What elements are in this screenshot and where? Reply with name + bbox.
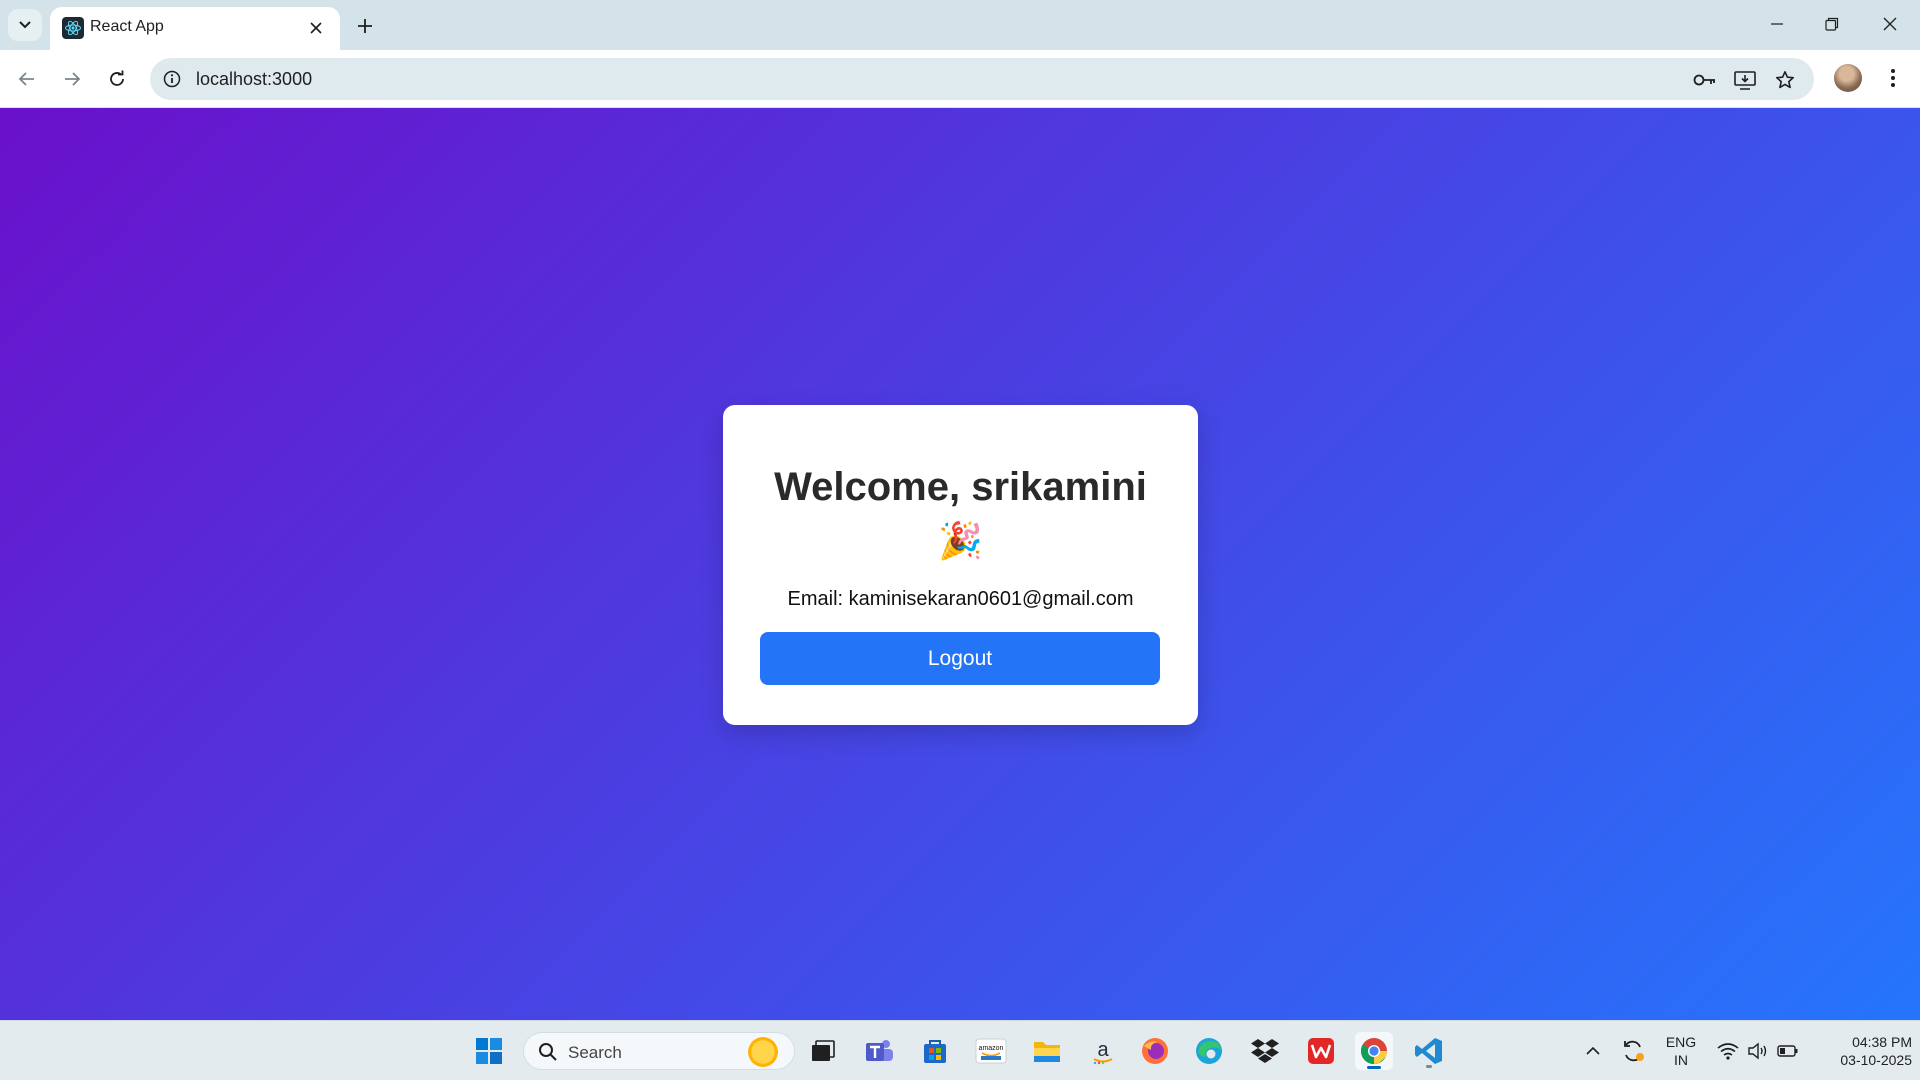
active-app-indicator (1367, 1066, 1381, 1069)
search-icon (539, 1043, 557, 1061)
show-hidden-icons-chevron-up-icon[interactable] (1574, 1032, 1612, 1070)
more-vertical-icon (1891, 69, 1895, 87)
chrome-icon[interactable] (1355, 1032, 1393, 1070)
browser-tab-active[interactable]: React App (50, 7, 340, 50)
taskbar-search-placeholder: Search (568, 1043, 622, 1062)
arrow-left-icon (18, 72, 34, 86)
clock-time: 04:38 PM (1852, 1034, 1912, 1050)
svg-text:amazon: amazon (979, 1045, 1004, 1052)
amazon-icon[interactable]: amazon (972, 1032, 1010, 1070)
welcome-card: Welcome, srikamini 🎉 Email: kaminisekara… (723, 405, 1198, 725)
close-window-button[interactable] (1870, 8, 1910, 40)
url-text[interactable]: localhost:3000 (196, 69, 312, 90)
profile-avatar[interactable] (1834, 64, 1862, 92)
battery-icon (1777, 1045, 1798, 1057)
browser-menu-button[interactable] (1878, 62, 1908, 94)
reload-icon (110, 70, 124, 86)
dropbox-icon[interactable] (1246, 1032, 1284, 1070)
plus-icon (358, 19, 372, 33)
amazon-appstore-icon[interactable]: a (1084, 1032, 1122, 1070)
restore-button[interactable] (1812, 8, 1852, 40)
user-email: Email: kaminisekaran0601@gmail.com (787, 588, 1134, 610)
minimize-icon (1771, 23, 1783, 25)
browser-tab-bar: React App (0, 0, 1920, 50)
system-status-group[interactable] (1710, 1032, 1806, 1070)
svg-text:a: a (1097, 1039, 1109, 1061)
vscode-icon[interactable] (1410, 1032, 1448, 1070)
forward-button[interactable] (55, 62, 89, 96)
start-button[interactable] (470, 1032, 508, 1070)
back-button[interactable] (10, 62, 44, 96)
new-tab-button[interactable] (350, 11, 380, 41)
tab-search-button[interactable] (8, 9, 42, 41)
edge-icon[interactable] (1190, 1032, 1228, 1070)
language-bottom: IN (1674, 1052, 1688, 1068)
page-viewport: Welcome, srikamini 🎉 Email: kaminisekara… (0, 108, 1920, 1020)
running-app-indicator (1426, 1065, 1432, 1068)
taskbar-search[interactable]: Search (523, 1032, 795, 1070)
install-app-icon[interactable] (1732, 67, 1758, 93)
language-indicator[interactable]: ENG IN (1662, 1033, 1700, 1069)
windows-start-icon (476, 1038, 502, 1064)
clock[interactable]: 04:38 PM 03-10-2025 (1812, 1033, 1912, 1069)
address-bar[interactable]: localhost:3000 (150, 58, 1814, 100)
firefox-icon[interactable] (1136, 1032, 1174, 1070)
arrow-right-icon (65, 72, 81, 86)
reload-button[interactable] (100, 62, 134, 96)
react-logo-icon (62, 17, 84, 39)
browser-toolbar: localhost:3000 (0, 50, 1920, 108)
task-view-icon[interactable] (804, 1032, 842, 1070)
wifi-icon (1717, 1043, 1739, 1060)
bookmark-star-icon[interactable] (1772, 67, 1798, 93)
teams-icon[interactable] (860, 1032, 898, 1070)
wps-office-icon[interactable] (1302, 1032, 1340, 1070)
restore-icon (1825, 17, 1839, 31)
minimize-button[interactable] (1757, 8, 1797, 40)
clock-date: 03-10-2025 (1840, 1052, 1912, 1068)
file-explorer-icon[interactable] (1028, 1032, 1066, 1070)
windows-taskbar: Search amazon a ENG IN 04:38 PM 03-10-20… (0, 1020, 1920, 1080)
tab-close-button[interactable] (304, 16, 328, 40)
volume-icon (1748, 1042, 1767, 1060)
party-popper-icon: 🎉 (938, 520, 983, 561)
tab-title: React App (90, 18, 164, 35)
close-icon (310, 22, 322, 34)
logout-button[interactable]: Logout (760, 632, 1160, 685)
weather-sun-icon (748, 1037, 778, 1067)
password-key-icon[interactable] (1692, 67, 1718, 93)
language-top: ENG (1665, 1034, 1697, 1050)
site-info-icon[interactable] (160, 67, 184, 91)
welcome-heading: Welcome, srikamini (774, 465, 1147, 509)
chevron-down-icon (19, 21, 31, 29)
sync-icon[interactable] (1614, 1032, 1652, 1070)
microsoft-store-icon[interactable] (916, 1032, 954, 1070)
close-icon (1883, 17, 1897, 31)
